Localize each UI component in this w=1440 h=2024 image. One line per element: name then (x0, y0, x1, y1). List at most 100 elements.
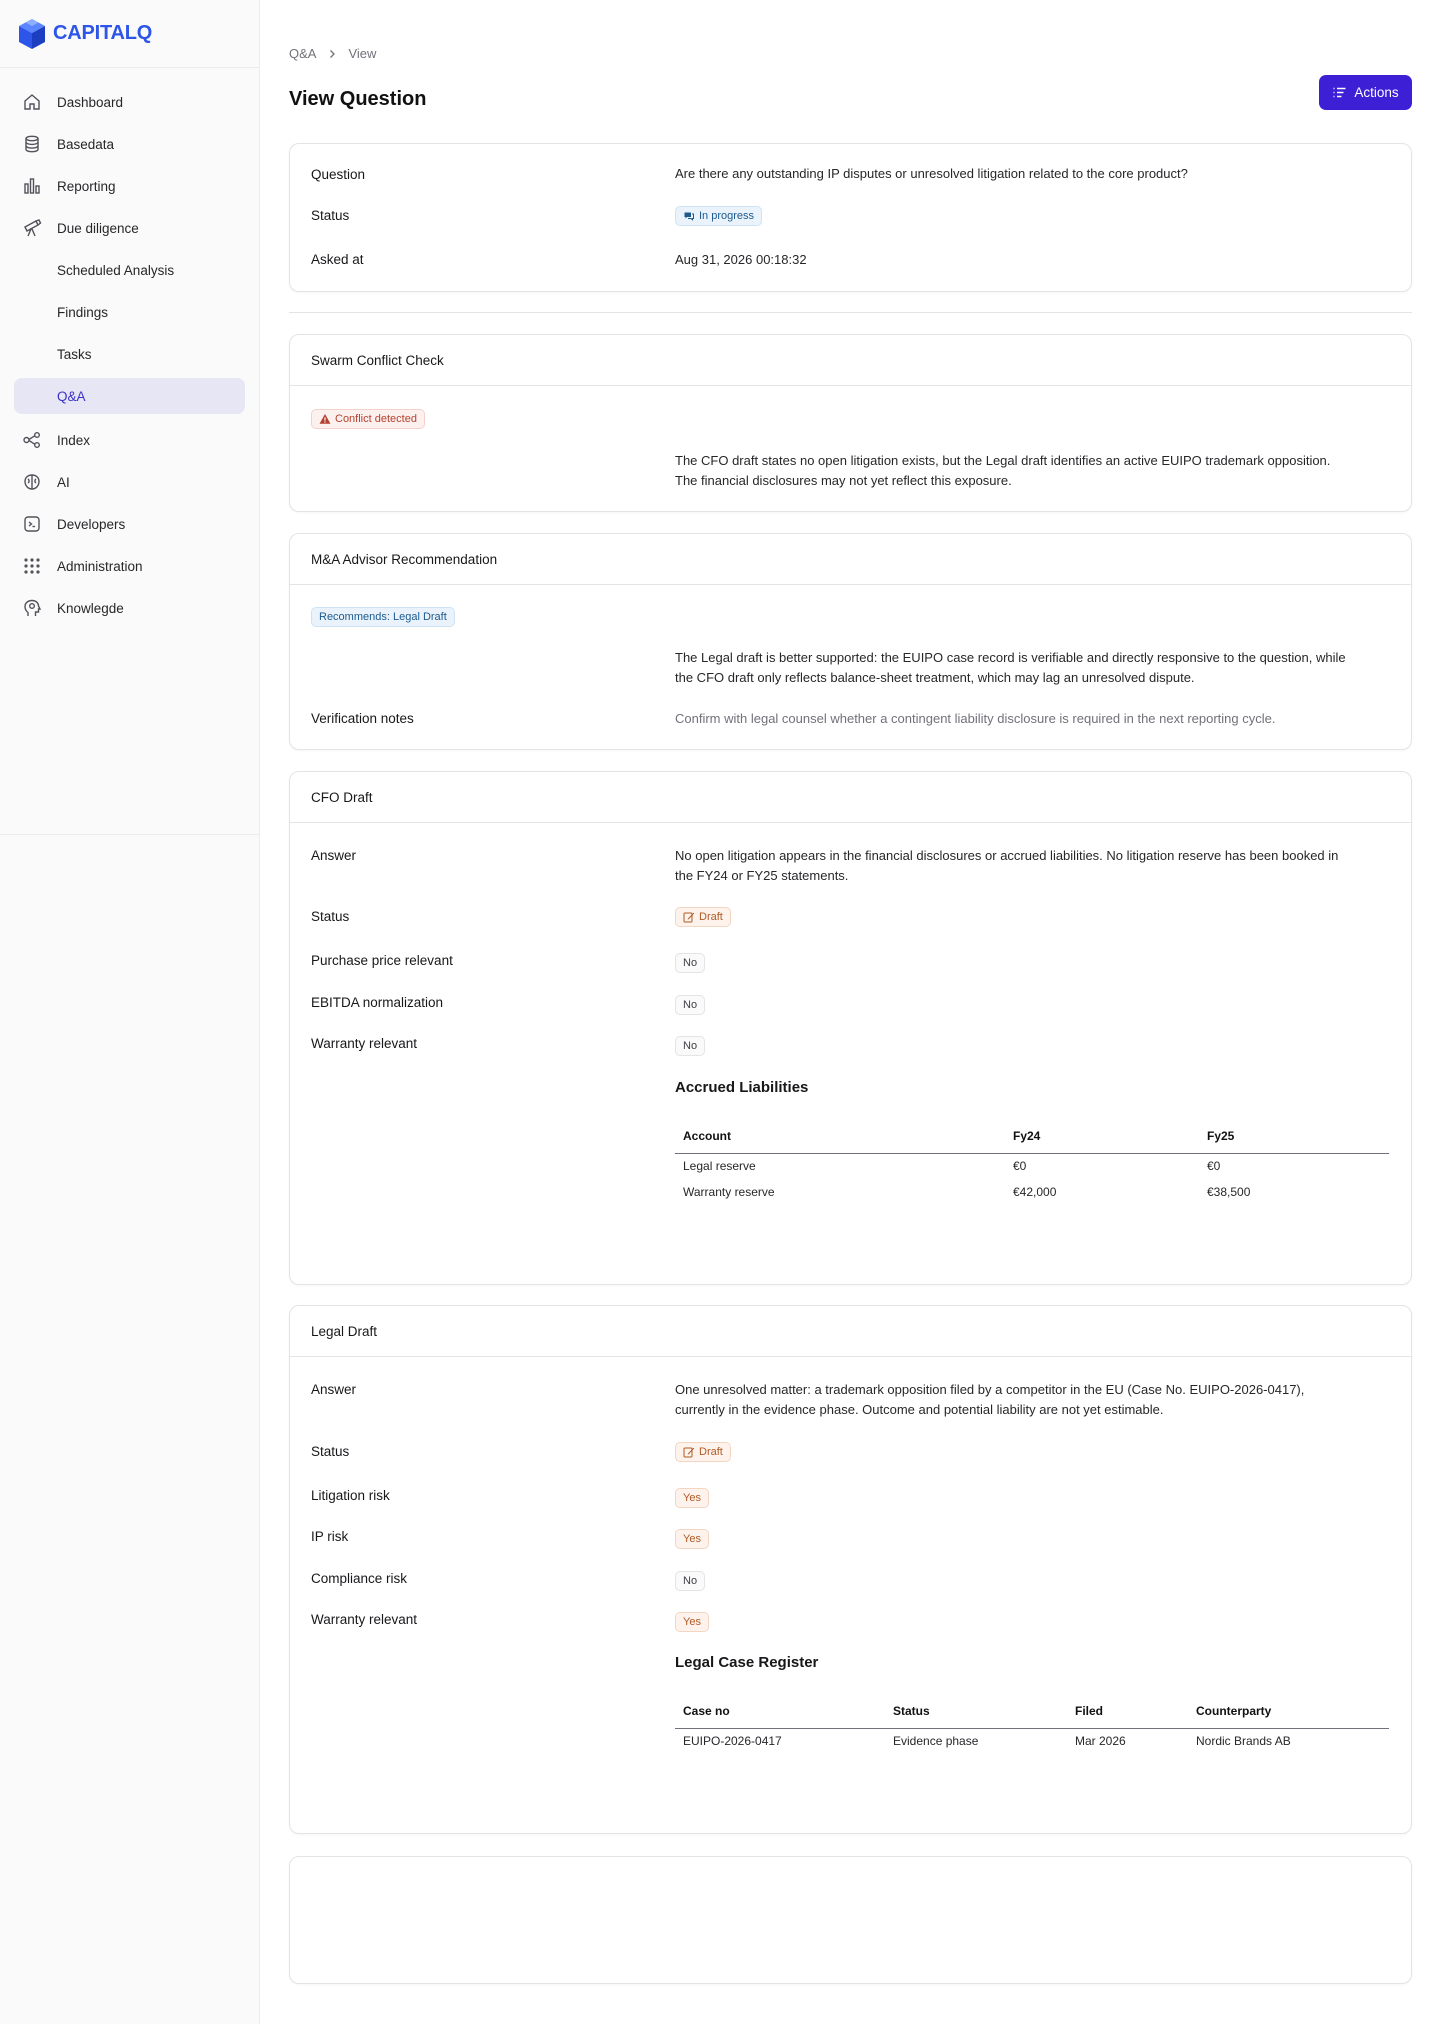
draft-badge-text: Draft (699, 1446, 723, 1458)
conflict-badge-text: Conflict detected (335, 413, 417, 425)
table-header-row: Account Fy24 Fy25 (675, 1119, 1389, 1154)
warning-icon (319, 414, 331, 424)
answer-line2: currently in the evidence phase. Outcome… (675, 1402, 1164, 1417)
sidebar-subitem-label: Scheduled Analysis (57, 262, 175, 278)
no-badge: No (675, 953, 706, 973)
status-label: Status (311, 208, 350, 223)
conflict-text-line2: The financial disclosures may not yet re… (675, 473, 1012, 488)
conflict-badge: Conflict detected (311, 409, 425, 429)
card-title: Legal Draft (290, 1306, 1411, 1357)
conflict-badge-wrap: Conflict detected (311, 409, 425, 429)
field-label: Compliance risk (311, 1571, 408, 1586)
actions-button[interactable]: Actions (1319, 75, 1412, 110)
breadcrumb-parent-link[interactable]: Q&A (289, 46, 316, 61)
sidebar-item-reporting[interactable]: Reporting (14, 168, 245, 204)
accrued-liabilities-table: Account Fy24 Fy25 Legal reserve €0 €0 Wa… (675, 1119, 1389, 1205)
field-value: No (675, 1035, 706, 1056)
cfo-draft-card: CFO Draft Answer No open litigation appe… (289, 771, 1412, 1285)
sidebar-item-label: Administration (57, 558, 143, 574)
field-label: IP risk (311, 1529, 349, 1544)
no-badge: No (675, 995, 706, 1015)
sidebar-subitem-qa[interactable]: Q&A (14, 378, 245, 414)
legal-status-field: Draft (675, 1442, 731, 1464)
draft-badge: Draft (675, 907, 731, 927)
field-value: Yes (675, 1487, 709, 1508)
database-icon (22, 134, 42, 154)
field-value: Yes (675, 1611, 709, 1632)
answer-line2: the FY24 or FY25 statements. (675, 868, 849, 883)
status-label: Status (311, 1444, 350, 1459)
sidebar-item-knowledge[interactable]: Knowlegde (14, 590, 245, 626)
table-row: Warranty reserve €42,000 €38,500 (675, 1179, 1389, 1205)
sidebar-subitem-scheduled-analysis[interactable]: Scheduled Analysis (14, 252, 245, 288)
recommendation-badge-wrap: Recommends: Legal Draft (311, 607, 455, 627)
question-status-field: In progress (675, 206, 763, 228)
sidebar-item-due-diligence[interactable]: Due diligence (14, 210, 245, 246)
column-header: Filed (1067, 1694, 1188, 1729)
yes-badge: Yes (675, 1529, 709, 1549)
legal-draft-card: Legal Draft Answer One unresolved matter… (289, 1305, 1412, 1834)
sidebar-subitem-tasks[interactable]: Tasks (14, 336, 245, 372)
sidebar-item-label: Basedata (57, 136, 115, 152)
column-header: Counterparty (1188, 1694, 1389, 1729)
sidebar-item-label: Due diligence (57, 220, 139, 236)
field-value: No (675, 1570, 706, 1591)
empty-card (289, 1856, 1412, 1984)
table-cell: Warranty reserve (683, 1185, 775, 1199)
sidebar-item-administration[interactable]: Administration (14, 548, 245, 584)
card-title: M&A Advisor Recommendation (290, 534, 1411, 585)
edit-icon (683, 1447, 695, 1458)
table-cell: €38,500 (1207, 1185, 1251, 1199)
column-header: Account (675, 1119, 1005, 1154)
table-cell: €0 (1207, 1159, 1221, 1174)
cfo-status-field: Draft (675, 907, 731, 929)
answer-line1: One unresolved matter: a trademark oppos… (675, 1382, 1305, 1397)
answer-label: Answer (311, 848, 357, 863)
sidebar-subitem-label: Q&A (57, 388, 86, 404)
sidebar-subitem-findings[interactable]: Findings (14, 294, 245, 330)
sidebar-item-dashboard[interactable]: Dashboard (14, 84, 245, 120)
chevron-right-icon (326, 48, 338, 60)
draft-badge-text: Draft (699, 911, 723, 923)
card-title: Swarm Conflict Check (290, 335, 1411, 386)
column-header: Status (885, 1694, 1067, 1729)
table-cell: €0 (1013, 1159, 1027, 1174)
status-badge-text: In progress (699, 210, 755, 222)
sidebar-item-index[interactable]: Index (14, 422, 245, 458)
draft-badge: Draft (675, 1442, 731, 1462)
answer-label: Answer (311, 1382, 357, 1397)
grid-dots-icon (22, 556, 42, 576)
terminal-icon (22, 514, 42, 534)
brand-name[interactable]: CAPITALQ (53, 22, 152, 45)
accrued-liabilities-title: Accrued Liabilities (675, 1079, 809, 1096)
sidebar-item-label: Knowlegde (57, 600, 124, 616)
sidebar-item-basedata[interactable]: Basedata (14, 126, 245, 162)
sidebar-item-developers[interactable]: Developers (14, 506, 245, 542)
legal-case-register-table: Case no Status Filed Counterparty EUIPO-… (675, 1694, 1389, 1754)
yes-badge: Yes (675, 1612, 709, 1632)
advisor-text-line2: the CFO draft only reflects balance-shee… (675, 670, 1195, 685)
chat-bubble-icon (684, 212, 694, 221)
question-label: Question (311, 167, 366, 182)
brain-icon (22, 472, 42, 492)
breadcrumb-current: View (348, 46, 377, 61)
section-divider (289, 312, 1412, 313)
sidebar-header: CAPITALQ (0, 0, 259, 68)
sidebar-item-ai[interactable]: AI (14, 464, 245, 500)
verification-notes-label: Verification notes (311, 711, 414, 726)
sidebar-nav: Dashboard Basedata Reporting Due diligen… (0, 68, 259, 626)
column-header: Fy25 (1199, 1119, 1389, 1154)
field-label: Warranty relevant (311, 1612, 418, 1627)
field-label: Purchase price relevant (311, 953, 453, 968)
question-value: Are there any outstanding IP disputes or… (675, 166, 1188, 181)
recommendation-badge-text: Recommends: Legal Draft (319, 611, 447, 623)
field-label: EBITDA normalization (311, 995, 444, 1010)
field-label: Litigation risk (311, 1488, 390, 1503)
table-cell: EUIPO-2026-0417 (683, 1734, 782, 1749)
advisor-text-line1: The Legal draft is better supported: the… (675, 650, 1346, 665)
capitalq-logo-icon (19, 18, 45, 49)
sidebar-subitem-label: Findings (57, 304, 109, 320)
field-value: Yes (675, 1528, 709, 1549)
legal-case-register-title: Legal Case Register (675, 1654, 819, 1671)
table-cell: €42,000 (1013, 1185, 1057, 1199)
